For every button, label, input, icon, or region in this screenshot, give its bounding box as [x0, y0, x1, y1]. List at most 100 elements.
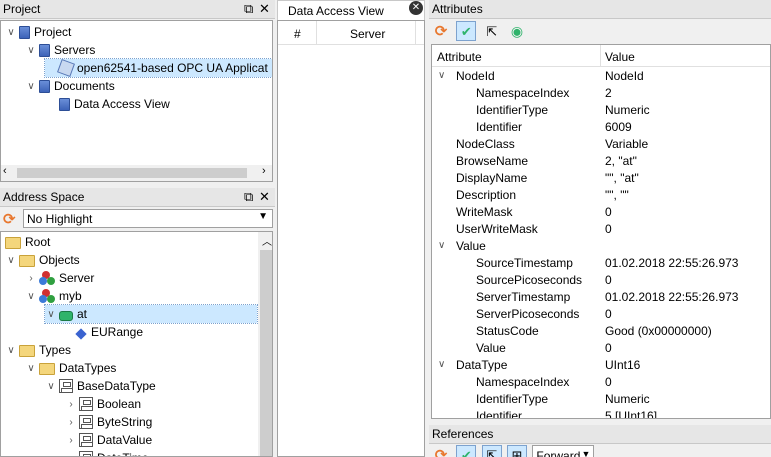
direction-select[interactable]: Forward ▼ — [532, 445, 595, 457]
datatype-icon — [79, 397, 93, 411]
attribute-name: StatusCode — [476, 323, 539, 338]
highlight-select[interactable]: No Highlight ▼ — [23, 209, 273, 228]
tab-data-access-view[interactable]: Data Access View — [277, 0, 425, 20]
attribute-row[interactable]: SourcePicoseconds 0 — [432, 271, 770, 288]
attribute-row[interactable]: ServerPicoseconds 0 — [432, 305, 770, 322]
attribute-row[interactable]: ∨ NodeId NodeId — [432, 67, 770, 84]
check-icon[interactable]: ✔ — [456, 445, 477, 457]
column-header-value[interactable]: Value — [605, 50, 635, 64]
attribute-row[interactable]: NamespaceIndex 0 — [432, 373, 770, 390]
tree-item[interactable]: › Boolean — [65, 395, 141, 413]
check-icon[interactable]: ✔ — [456, 21, 477, 41]
tree-item[interactable]: ∨ BaseDataType — [45, 377, 156, 395]
refresh-icon[interactable]: ⟳ — [431, 446, 451, 457]
chevron-right-icon[interactable]: › — [65, 435, 77, 446]
attribute-row[interactable]: ∨ Value — [432, 237, 770, 254]
attribute-value: 01.02.2018 22:55:26.973 — [605, 289, 739, 304]
float-icon[interactable]: ⧉ — [244, 1, 253, 17]
hierarchy-icon[interactable]: ⊞ — [507, 445, 528, 457]
attribute-name: ServerTimestamp — [476, 289, 571, 304]
refresh-icon[interactable]: ⟳ — [3, 210, 16, 228]
dav-table: # Server — [277, 20, 425, 457]
tree-item[interactable]: ∨ Project — [5, 23, 71, 41]
chevron-down-icon[interactable]: ∨ — [25, 363, 37, 374]
attribute-row[interactable]: Identifier 5 [UInt16] — [432, 407, 770, 419]
tree-item[interactable]: Data Access View — [45, 95, 170, 113]
attribute-row[interactable]: Description "", "" — [432, 186, 770, 203]
chevron-down-icon[interactable]: ∨ — [5, 345, 17, 356]
dav-table-header: # Server — [278, 21, 424, 45]
tree-item[interactable]: › Server — [25, 269, 94, 287]
tree-item[interactable]: ∨ DataTypes — [25, 359, 116, 377]
tree-item-label: Project — [34, 25, 72, 39]
tree-item[interactable]: ∨ Servers — [25, 41, 95, 59]
chevron-down-icon[interactable]: ∨ — [25, 81, 37, 92]
scroll-right-icon[interactable]: › — [262, 165, 266, 177]
tree-item[interactable]: open62541-based OPC UA Applicat — [44, 58, 272, 78]
attribute-row[interactable]: SourceTimestamp 01.02.2018 22:55:26.973 — [432, 254, 770, 271]
chevron-down-icon[interactable]: ∨ — [438, 240, 445, 251]
attribute-row[interactable]: NamespaceIndex 2 — [432, 84, 770, 101]
scroll-left-icon[interactable]: ‹ — [3, 165, 7, 177]
chevron-down-icon[interactable]: ∨ — [25, 291, 37, 302]
tree-item[interactable]: › DataValue — [65, 431, 152, 449]
chevron-down-icon[interactable]: ∨ — [25, 45, 37, 56]
tree-item[interactable]: ∨ Types — [5, 341, 71, 359]
close-icon[interactable]: ✕ — [259, 189, 270, 205]
record-icon[interactable]: ◉ — [507, 21, 527, 41]
attribute-row[interactable]: WriteMask 0 — [432, 203, 770, 220]
chevron-right-icon[interactable]: › — [25, 273, 37, 284]
tree-item[interactable]: ∨ at — [44, 304, 258, 324]
tree-item[interactable]: › ByteString — [65, 413, 152, 431]
tree-item[interactable]: ∨ Objects — [5, 251, 80, 269]
attribute-row[interactable]: IdentifierType Numeric — [432, 101, 770, 118]
tree-item[interactable]: EURange — [61, 323, 143, 341]
scroll-up-icon[interactable]: ︿ — [262, 233, 272, 248]
address-v-scrollbar[interactable]: ︿ — [258, 232, 272, 456]
references-dock-title: References — [429, 425, 771, 444]
chevron-right-icon[interactable]: › — [65, 417, 77, 428]
cursor-icon[interactable]: ⇱ — [481, 445, 502, 457]
attributes-toolbar: ⟳ ✔ ⇱ ◉ — [431, 21, 771, 43]
tree-item[interactable]: › DateTime — [65, 449, 149, 457]
tree-item[interactable]: ∨ Documents — [25, 77, 115, 95]
attribute-name: Identifier — [476, 119, 523, 134]
close-circle-icon[interactable]: ✕ — [409, 1, 423, 15]
attribute-row[interactable]: StatusCode Good (0x00000000) — [432, 322, 770, 339]
cursor-icon[interactable]: ⇱ — [482, 22, 502, 42]
chevron-right-icon[interactable]: › — [65, 399, 77, 410]
attribute-row[interactable]: Value 0 — [432, 339, 770, 356]
attribute-row[interactable]: ∨ DataType UInt16 — [432, 356, 770, 373]
attributes-dock-title: Attributes — [429, 0, 771, 19]
column-header-attribute[interactable]: Attribute — [437, 50, 482, 64]
chevron-down-icon[interactable]: ∨ — [45, 309, 57, 320]
tree-item[interactable]: Root — [1, 233, 51, 251]
attribute-row[interactable]: NodeClass Variable — [432, 135, 770, 152]
float-icon[interactable]: ⧉ — [244, 189, 253, 205]
attribute-value: Numeric — [605, 102, 650, 117]
project-h-scrollbar[interactable]: ‹ › — [1, 165, 272, 181]
attributes-dock-title-text: Attributes — [432, 2, 483, 16]
column-header-server[interactable]: Server — [350, 27, 385, 41]
attribute-row[interactable]: Identifier 6009 — [432, 118, 770, 135]
folder-icon — [19, 345, 35, 357]
chevron-down-icon[interactable]: ∨ — [438, 359, 445, 370]
scrollbar-thumb[interactable] — [17, 168, 247, 178]
attribute-row[interactable]: UserWriteMask 0 — [432, 220, 770, 237]
chevron-down-icon[interactable]: ∨ — [5, 255, 17, 266]
chevron-right-icon[interactable]: › — [65, 453, 77, 457]
attribute-row[interactable]: DisplayName "", "at" — [432, 169, 770, 186]
scrollbar-thumb[interactable] — [260, 250, 272, 456]
tree-item-label: Root — [25, 235, 51, 249]
tree-item[interactable]: ∨ myb — [25, 287, 82, 305]
chevron-down-icon[interactable]: ∨ — [45, 381, 57, 392]
chevron-down-icon[interactable]: ∨ — [438, 70, 445, 81]
column-header-index[interactable]: # — [294, 27, 301, 41]
attribute-row[interactable]: ServerTimestamp 01.02.2018 22:55:26.973 — [432, 288, 770, 305]
chevron-down-icon[interactable]: ∨ — [5, 27, 17, 38]
attributes-table-header: Attribute Value — [432, 45, 770, 67]
close-icon[interactable]: ✕ — [259, 1, 270, 17]
refresh-icon[interactable]: ⟳ — [431, 22, 451, 42]
attribute-row[interactable]: BrowseName 2, "at" — [432, 152, 770, 169]
attribute-row[interactable]: IdentifierType Numeric — [432, 390, 770, 407]
